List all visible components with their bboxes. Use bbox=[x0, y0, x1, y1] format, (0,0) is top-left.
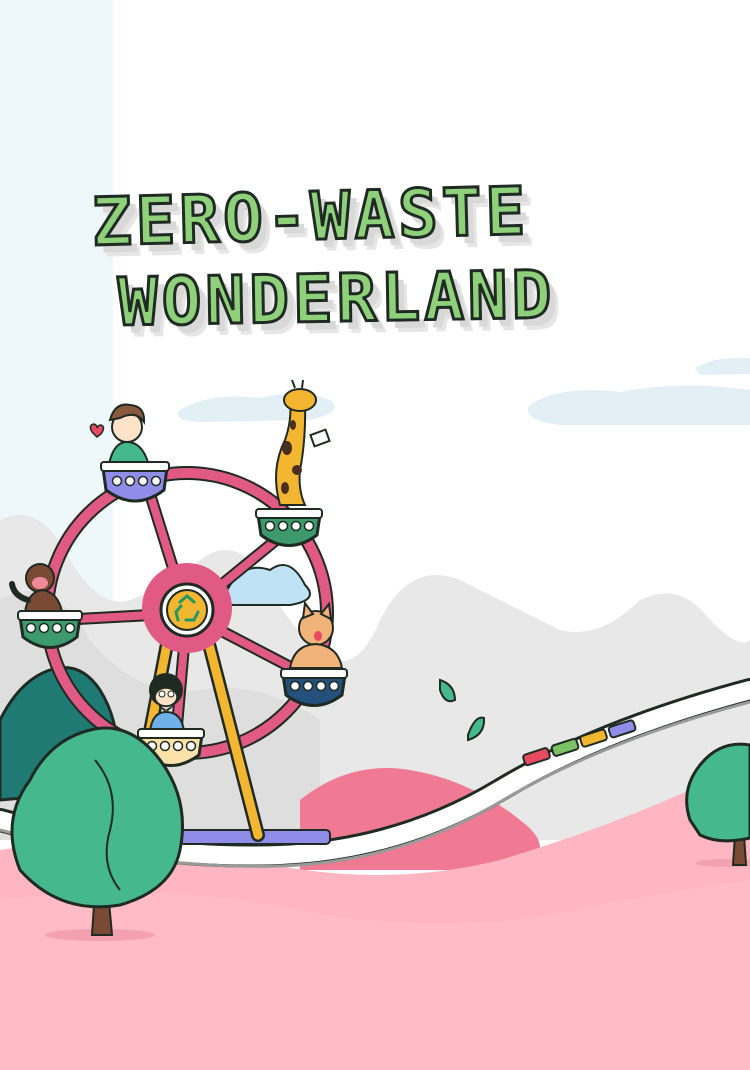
poster-title-line-1: ZERO-WASTE bbox=[89, 171, 531, 262]
giraffe-book bbox=[309, 428, 331, 448]
giraffe-head bbox=[283, 388, 317, 412]
gondola-rim bbox=[255, 508, 323, 519]
gondola-rim bbox=[100, 461, 170, 472]
cloud bbox=[528, 385, 750, 425]
gondola-rim bbox=[137, 728, 205, 739]
gondola-person bbox=[89, 403, 170, 503]
poster-canvas: ZERO-WASTE WONDERLAND bbox=[0, 0, 750, 1070]
gondola-rim bbox=[17, 610, 83, 621]
heart-icon bbox=[89, 423, 105, 438]
title-block: ZERO-WASTE WONDERLAND bbox=[0, 0, 750, 370]
poster-title-line-2: WONDERLAND bbox=[116, 255, 558, 343]
gondola-rim bbox=[280, 668, 348, 679]
